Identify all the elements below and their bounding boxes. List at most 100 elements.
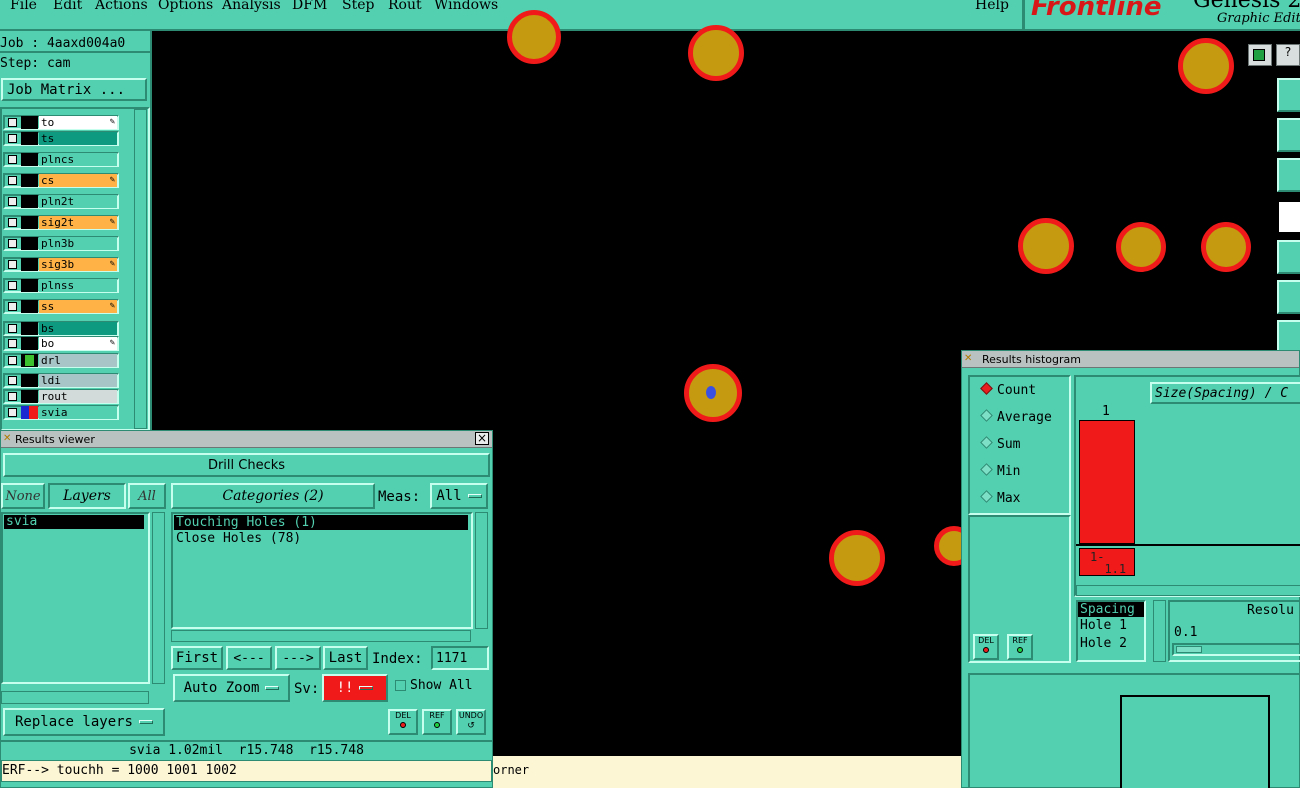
job-matrix-button[interactable]: Job Matrix ... (1, 78, 147, 101)
layer-color-swatch[interactable] (21, 174, 38, 187)
layer-row-svia[interactable]: svia (3, 405, 119, 420)
layer-row-ts[interactable]: ts (3, 131, 119, 146)
help-question-icon[interactable]: ? (1276, 44, 1300, 66)
layer-checkbox[interactable] (8, 260, 17, 269)
tool-measure-icon[interactable] (1277, 158, 1300, 192)
layer-color-swatch[interactable] (21, 337, 38, 350)
layer-checkbox[interactable] (8, 118, 17, 127)
layer-checkbox[interactable] (8, 392, 17, 401)
axis-title-field[interactable]: Size(Spacing) / C (1150, 382, 1300, 404)
slider-handle[interactable] (1176, 646, 1202, 653)
layer-checkbox[interactable] (8, 281, 17, 290)
none-button[interactable]: None (1, 483, 45, 509)
layer-checkbox[interactable] (8, 302, 17, 311)
menu-options[interactable]: Options (158, 0, 213, 13)
radio-max[interactable]: Max (980, 490, 1020, 506)
undo-button[interactable]: UNDO ↺ (456, 709, 486, 735)
hist-del-button[interactable]: DEL (973, 634, 999, 660)
category-list-vscroll[interactable] (475, 512, 488, 629)
layer-checkbox[interactable] (8, 324, 17, 333)
radio-min[interactable]: Min (980, 463, 1020, 479)
last-button[interactable]: Last (323, 646, 368, 670)
tool-connect-icon[interactable] (1277, 240, 1300, 274)
layer-color-swatch[interactable] (21, 374, 38, 387)
meas-dropdown[interactable]: All (430, 483, 488, 509)
layer-list-scrollbar[interactable] (134, 109, 147, 429)
layer-color-swatch[interactable] (21, 195, 38, 208)
layer-row-sig2t[interactable]: sig2t ✎ (3, 215, 119, 230)
close-icon[interactable]: × (475, 432, 489, 445)
layer-row-cs[interactable]: cs ✎ (3, 173, 119, 188)
ref-button[interactable]: REF (422, 709, 452, 735)
auto-zoom-dropdown[interactable]: Auto Zoom (173, 674, 290, 702)
layer-color-swatch[interactable] (21, 300, 38, 313)
first-button[interactable]: First (171, 646, 223, 670)
replace-layers-dropdown[interactable]: Replace layers (3, 708, 165, 736)
drill-pad[interactable] (1201, 222, 1251, 272)
menu-analysis[interactable]: Analysis (222, 0, 281, 13)
layer-color-swatch[interactable] (21, 153, 38, 166)
layer-checkbox[interactable] (8, 176, 17, 185)
layer-checkbox[interactable] (8, 155, 17, 164)
all-button[interactable]: All (128, 483, 166, 509)
layer-checkbox[interactable] (8, 356, 17, 365)
layer-color-swatch[interactable] (21, 116, 38, 129)
del-button[interactable]: DEL (388, 709, 418, 735)
hist-ref-button[interactable]: REF (1007, 634, 1033, 660)
radio-count[interactable]: Count (980, 382, 1036, 398)
drill-pad[interactable] (507, 10, 561, 64)
snap-icon[interactable] (1248, 44, 1272, 66)
layer-color-swatch[interactable] (21, 354, 38, 367)
attr-list[interactable]: Spacing Hole 1 Hole 2 (1076, 600, 1146, 662)
menu-help[interactable]: Help (975, 0, 1009, 13)
layer-checkbox[interactable] (8, 339, 17, 348)
menu-windows[interactable]: Windows (434, 0, 498, 13)
drill-pad[interactable] (684, 364, 742, 422)
menu-actions[interactable]: Actions (95, 0, 148, 13)
layer-checkbox[interactable] (8, 134, 17, 143)
layer-color-swatch[interactable] (21, 406, 38, 419)
results-viewer-titlebar[interactable]: ✕ Results viewer (1, 431, 492, 448)
layer-row-to[interactable]: to ✎ (3, 115, 119, 130)
layer-checkbox[interactable] (8, 197, 17, 206)
tool-flip-icon[interactable] (1277, 320, 1300, 354)
show-all-checkbox[interactable] (395, 680, 406, 691)
result-layer-item[interactable]: svia (4, 515, 144, 529)
attr-item-hole1[interactable]: Hole 1 (1078, 617, 1144, 635)
menu-dfm[interactable]: DFM (292, 0, 327, 13)
layer-row-bo[interactable]: bo ✎ (3, 336, 119, 351)
layer-color-swatch[interactable] (21, 390, 38, 403)
histogram-titlebar[interactable]: ✕ Results histogram (962, 351, 1299, 368)
drill-pad[interactable] (1018, 218, 1074, 274)
category-item-touching[interactable]: Touching Holes (1) (174, 515, 468, 530)
layer-checkbox[interactable] (8, 408, 17, 417)
result-layer-list[interactable]: svia (1, 512, 150, 684)
window-menu-icon[interactable]: ✕ (964, 354, 972, 364)
attr-list-vscroll[interactable] (1153, 600, 1166, 662)
tool-select-icon[interactable] (1277, 200, 1300, 234)
attr-item-spacing[interactable]: Spacing (1078, 602, 1144, 617)
menu-rout[interactable]: Rout (388, 0, 422, 13)
layer-color-swatch[interactable] (21, 322, 38, 335)
layer-color-swatch[interactable] (21, 216, 38, 229)
layer-row-sig3b[interactable]: sig3b ✎ (3, 257, 119, 272)
layer-color-swatch[interactable] (21, 237, 38, 250)
layer-checkbox[interactable] (8, 218, 17, 227)
layer-row-plnss[interactable]: plnss (3, 278, 119, 293)
tool-line-icon[interactable] (1277, 280, 1300, 314)
layer-color-swatch[interactable] (21, 279, 38, 292)
drill-pad[interactable] (1116, 222, 1166, 272)
layer-row-ldi[interactable]: ldi (3, 373, 119, 388)
severity-dropdown[interactable]: !! (322, 674, 388, 702)
categories-button[interactable]: Categories (2) (171, 483, 375, 509)
layer-checkbox[interactable] (8, 239, 17, 248)
attr-item-hole2[interactable]: Hole 2 (1078, 635, 1144, 653)
menu-file[interactable]: File (10, 0, 37, 13)
menu-step[interactable]: Step (342, 0, 374, 13)
index-input[interactable] (431, 646, 489, 670)
layer-list-vscroll[interactable] (152, 512, 165, 684)
drill-pad[interactable] (688, 25, 744, 81)
layer-row-bs[interactable]: bs (3, 321, 119, 336)
tool-zoom-icon[interactable] (1277, 118, 1300, 152)
layer-row-pln2t[interactable]: pln2t (3, 194, 119, 209)
